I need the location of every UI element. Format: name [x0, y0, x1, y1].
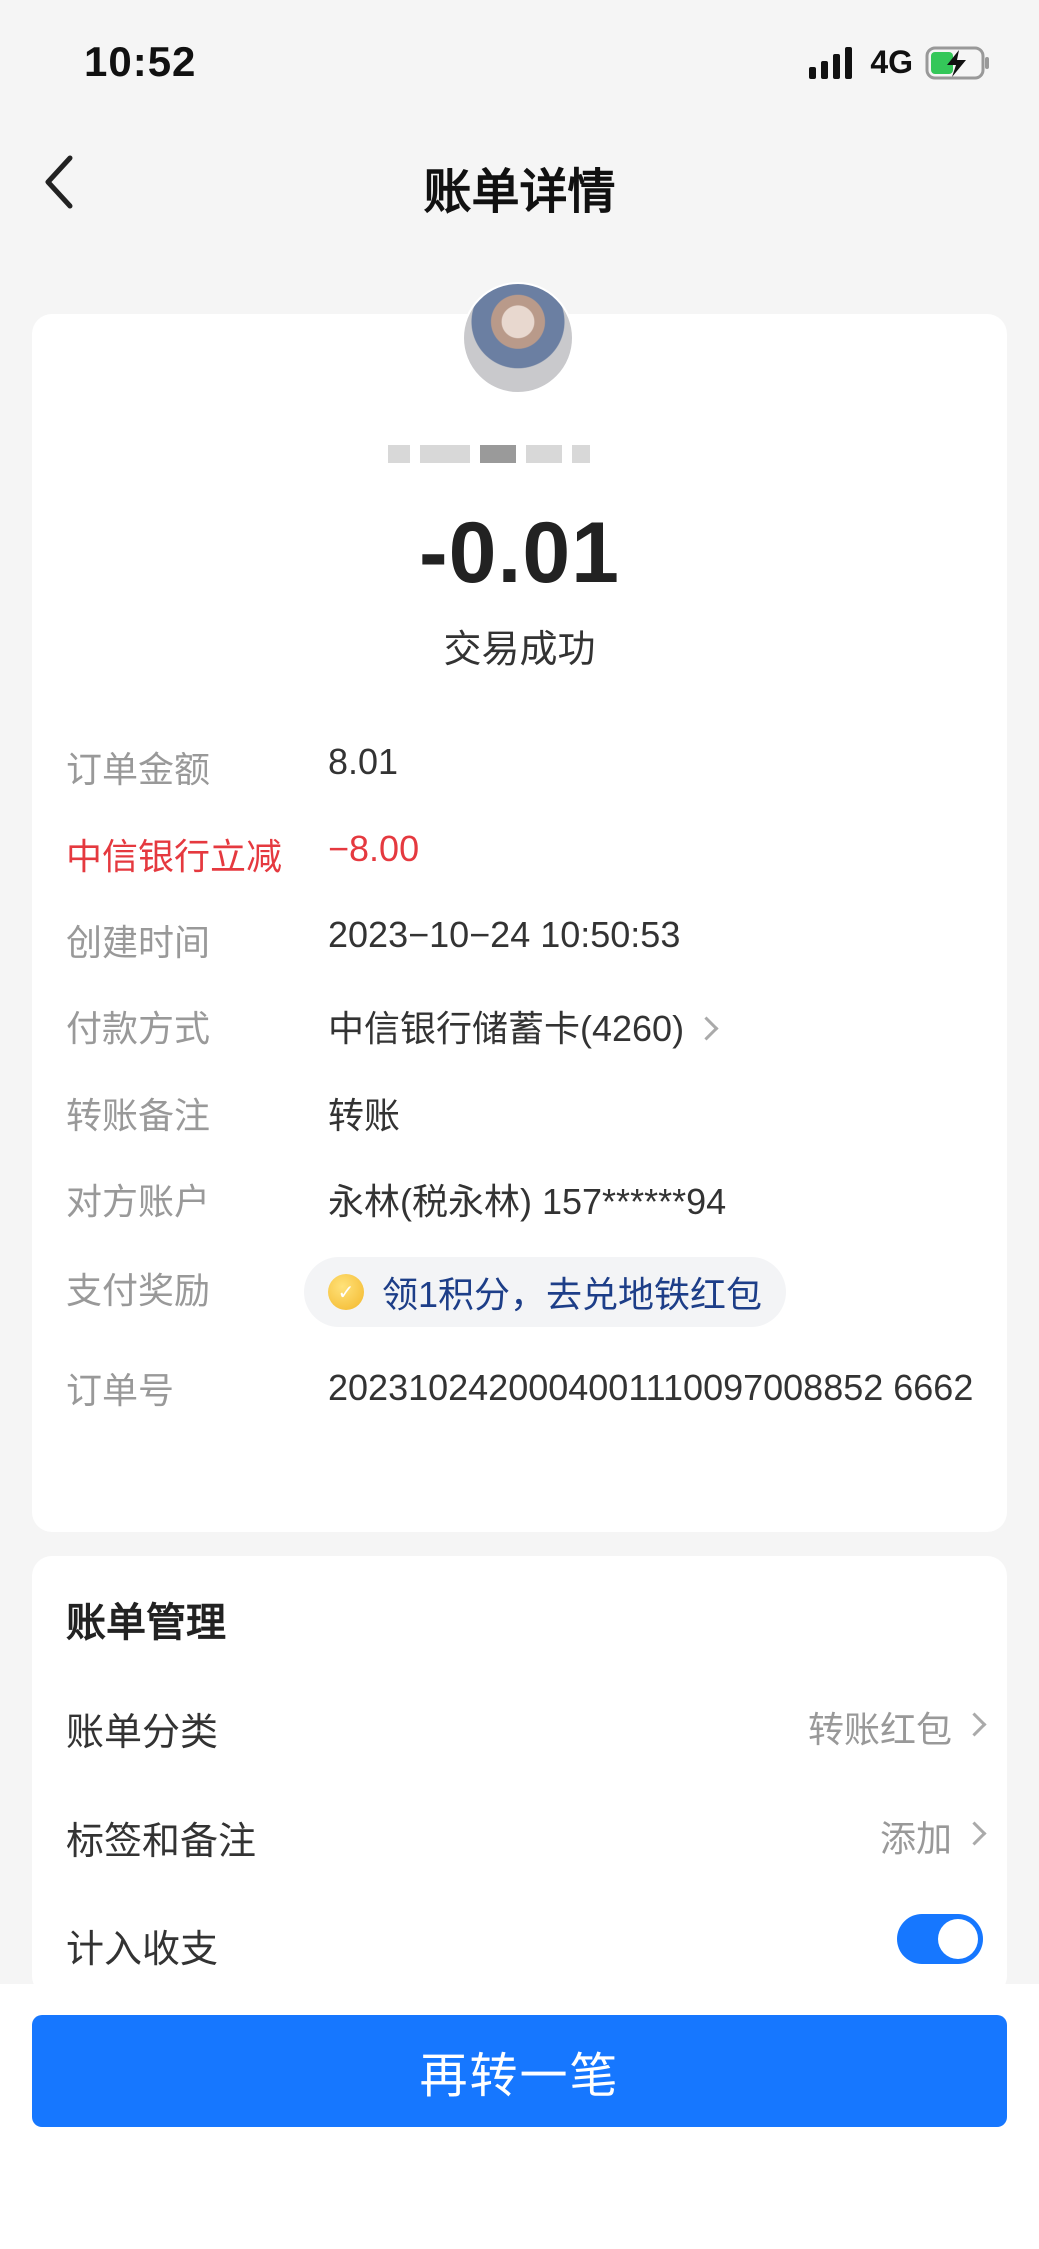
battery-charging-icon: [925, 46, 989, 79]
transaction-amount: -0.01: [418, 505, 621, 601]
include-in-stats-label: 计入收支: [66, 1929, 219, 1971]
bill-category-value: 转账红包: [807, 1709, 952, 1750]
created-time-label: 创建时间: [66, 922, 211, 963]
network-type: 4G: [870, 44, 913, 80]
bill-category-label: 账单分类: [66, 1712, 219, 1754]
coin-icon: ✓: [328, 1274, 364, 1310]
tags-remarks-value: 添加: [879, 1818, 952, 1859]
counterparty-label: 对方账户: [66, 1181, 211, 1222]
chevron-right-icon: [962, 1820, 987, 1846]
remark-label: 转账备注: [66, 1095, 211, 1136]
order-amount-value: 8.01: [328, 741, 399, 782]
page-title: 账单详情: [423, 166, 616, 219]
transaction-status: 交易成功: [443, 629, 596, 671]
bill-category-link[interactable]: 转账红包: [807, 1701, 987, 1753]
payment-method-label: 付款方式: [66, 1008, 211, 1049]
counterparty-value: 永林(税永林) 157******94: [328, 1181, 727, 1222]
chevron-right-icon: [694, 1016, 719, 1041]
tags-remarks-label: 标签和备注: [66, 1821, 257, 1863]
reward-label: 支付奖励: [66, 1270, 211, 1311]
toggle-knob: [938, 1919, 978, 1959]
tags-remarks-link[interactable]: 添加: [879, 1810, 987, 1862]
counterparty-name-blurred: [388, 436, 658, 472]
remark-value: 转账: [328, 1095, 401, 1136]
bill-management-title: 账单管理: [66, 1601, 226, 1645]
reward-text: 领1积分，去兑地铁红包: [382, 1274, 763, 1315]
status-time: 10:52: [84, 38, 197, 85]
order-amount-label: 订单金额: [66, 749, 211, 790]
order-number-label: 订单号: [66, 1370, 175, 1411]
payment-method-value: 中信银行储蓄卡(4260): [328, 1008, 685, 1049]
order-number-value: 2023102420004001110097008852 6662: [328, 1367, 974, 1408]
payment-method-link[interactable]: 中信银行储蓄卡(4260): [328, 1000, 719, 1052]
include-in-stats-toggle[interactable]: [897, 1914, 983, 1964]
reward-button[interactable]: ✓ 领1积分，去兑地铁红包: [304, 1257, 787, 1327]
avatar[interactable]: [462, 282, 574, 394]
status-indicators: 4G: [809, 44, 991, 81]
signal-icon: [809, 46, 853, 79]
discount-label: 中信银行立减: [66, 836, 283, 877]
chevron-right-icon: [962, 1711, 987, 1737]
created-time-value: 2023−10−24 10:50:53: [328, 914, 681, 955]
discount-value: −8.00: [328, 828, 420, 869]
transfer-again-button[interactable]: 再转一笔: [32, 2015, 1007, 2127]
